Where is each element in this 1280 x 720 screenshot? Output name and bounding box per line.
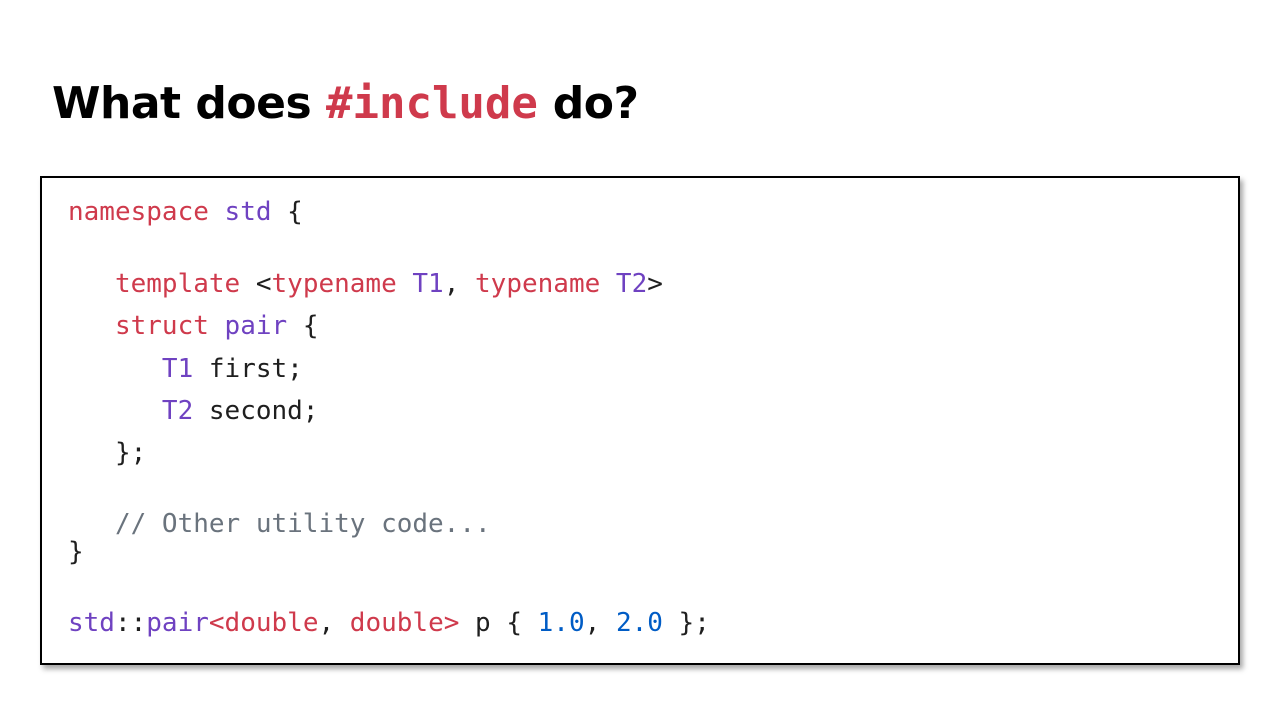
code-token-keyword: typename <box>475 269 601 299</box>
title-text-before: What does <box>52 78 326 129</box>
code-line: T2 second; <box>68 395 319 427</box>
code-token-keyword: namespace <box>68 197 209 227</box>
code-token-plain: first; <box>193 354 303 384</box>
code-token-type: std <box>224 197 272 227</box>
code-token-number: 1.0 <box>537 608 585 638</box>
code-token-plain: { <box>271 197 303 227</box>
code-token-type: pair <box>146 608 209 638</box>
code-token-plain: :: <box>114 608 147 638</box>
code-token-keyword: double> <box>349 608 460 638</box>
code-token-type: std <box>68 608 115 638</box>
code-line: struct pair { <box>68 310 319 342</box>
code-line: template <typename T1, typename T2> <box>68 268 663 300</box>
code-token-plain: , <box>584 608 616 638</box>
code-line: } <box>68 536 84 568</box>
code-token-plain: { <box>287 311 319 341</box>
slide-title: What does #include do? <box>52 74 639 134</box>
code-token-comment: // Other utility code... <box>68 509 491 539</box>
code-line: namespace std { <box>68 196 303 228</box>
code-token-plain: }; <box>68 438 147 468</box>
code-comment-line: // Other utility code... <box>68 508 491 540</box>
code-token-keyword: <double <box>208 608 319 638</box>
code-token-type: T2 <box>161 396 194 426</box>
code-token-number: 2.0 <box>615 608 663 638</box>
code-token-keyword: template <box>114 269 241 299</box>
code-token-plain: > <box>647 269 663 299</box>
code-token-type: T1 <box>412 269 444 299</box>
code-token-plain: }; <box>662 608 710 638</box>
slide: What does #include do? namespace std { t… <box>0 0 1280 720</box>
code-token-plain: p { <box>459 608 538 638</box>
code-block: namespace std { template <typename T1, t… <box>40 176 1240 665</box>
code-token-keyword: typename <box>271 269 397 299</box>
title-text-after: do? <box>537 78 639 129</box>
title-keyword: #include <box>325 78 538 129</box>
code-token-plain: < <box>240 269 272 299</box>
code-token-type: T1 <box>161 354 194 384</box>
code-token-plain: , <box>443 269 476 299</box>
code-token-type: T2 <box>615 269 648 299</box>
code-token-plain: , <box>318 608 350 638</box>
code-token-type: pair <box>224 311 288 341</box>
code-line: T1 first; <box>68 353 303 385</box>
code-line: std::pair<double, double> p { 1.0, 2.0 }… <box>68 607 710 639</box>
code-line: }; <box>68 437 146 469</box>
code-token-keyword: struct <box>114 311 209 341</box>
code-token-plain: second; <box>193 396 319 426</box>
code-token-plain: } <box>68 537 84 567</box>
